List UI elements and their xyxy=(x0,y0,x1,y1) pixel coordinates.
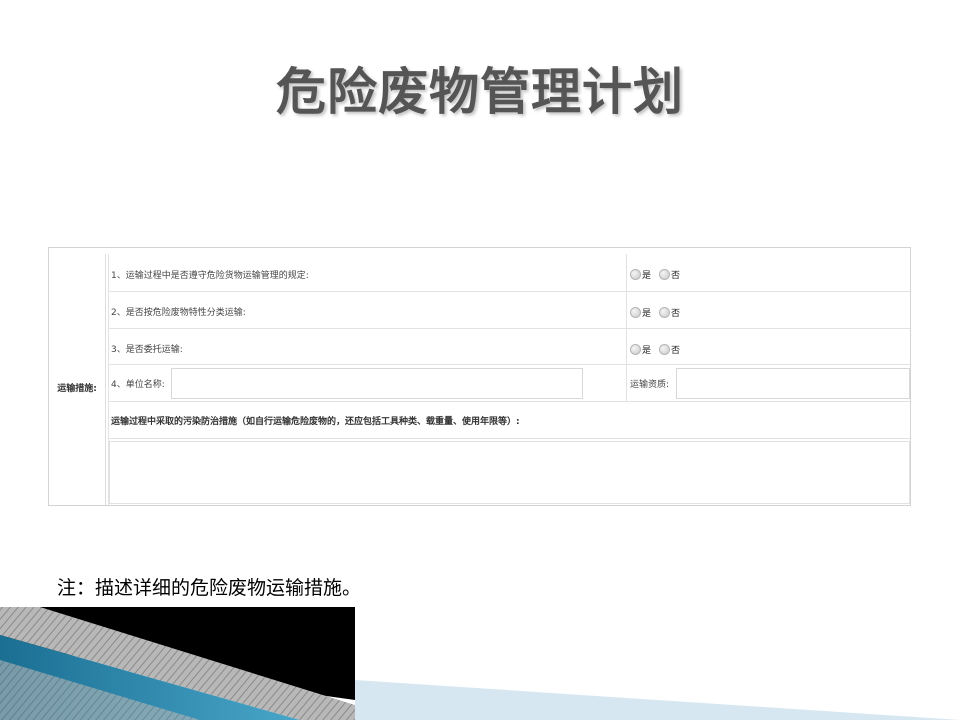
slide-note: 注：描述详细的危险废物运输措施。 xyxy=(57,577,362,599)
question-label-1: 1、运输过程中是否遵守危险货物运输管理的规定: xyxy=(111,271,309,281)
radio-yes-2[interactable] xyxy=(630,307,641,318)
transport-measures-form: 运输措施: 1、运输过程中是否遵守危险货物运输管理的规定: 是 否 2、是否按危… xyxy=(48,247,911,506)
row-divider xyxy=(626,254,627,291)
radio-yes-3[interactable] xyxy=(630,344,641,355)
question-label-2: 2、是否按危险废物特性分类运输: xyxy=(111,308,246,318)
radio-no-label-1: 否 xyxy=(671,271,681,281)
question-row-3: 3、是否委托运输: 是 否 xyxy=(109,328,910,364)
section-label: 运输措施: xyxy=(57,384,97,394)
radio-group-1: 是 否 xyxy=(630,268,688,281)
measures-input-row xyxy=(109,438,910,505)
measures-textarea[interactable] xyxy=(109,441,910,504)
footer-light-band xyxy=(355,680,960,720)
unit-name-label: 4、单位名称: xyxy=(111,380,165,390)
slide-title: 危险废物管理计划 xyxy=(276,63,684,121)
section-label-cell: 运输措施: xyxy=(49,254,106,505)
question-row-1: 1、运输过程中是否遵守危险货物运输管理的规定: 是 否 xyxy=(109,254,910,291)
radio-yes-1[interactable] xyxy=(630,269,641,280)
radio-no-2[interactable] xyxy=(659,307,671,318)
radio-no-label-2: 否 xyxy=(671,309,681,319)
radio-yes-label-1: 是 xyxy=(642,271,652,281)
row-divider xyxy=(626,329,627,364)
radio-no-label-3: 否 xyxy=(671,346,681,356)
question-row-2: 2、是否按危险废物特性分类运输: 是 否 xyxy=(109,291,910,328)
radio-group-2: 是 否 xyxy=(630,306,688,319)
unit-name-input[interactable] xyxy=(171,368,583,399)
radio-group-3: 是 否 xyxy=(630,343,688,356)
radio-yes-label-2: 是 xyxy=(642,309,652,319)
measures-label: 运输过程中采取的污染防治措施（如自行运输危险废物的，还应包括工具种类、载重量、使… xyxy=(111,417,520,427)
unit-row: 4、单位名称: 运输资质: xyxy=(109,364,910,401)
radio-no-1[interactable] xyxy=(659,269,671,280)
measures-label-row: 运输过程中采取的污染防治措施（如自行运输危险废物的，还应包括工具种类、载重量、使… xyxy=(109,401,910,438)
qualification-input[interactable] xyxy=(676,368,910,399)
radio-no-3[interactable] xyxy=(659,344,671,355)
question-label-3: 3、是否委托运输: xyxy=(111,345,183,355)
row-divider xyxy=(626,365,627,401)
row-divider xyxy=(626,292,627,328)
decorative-footer xyxy=(0,607,960,720)
qualification-label: 运输资质: xyxy=(630,380,670,390)
radio-yes-label-3: 是 xyxy=(642,346,652,356)
